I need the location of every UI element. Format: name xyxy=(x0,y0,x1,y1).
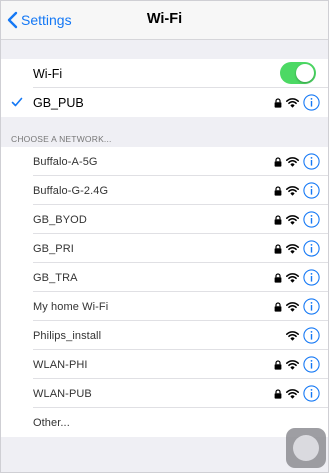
wifi-icon xyxy=(286,273,299,283)
network-row[interactable]: My home Wi-Fi xyxy=(1,292,328,321)
network-name: Buffalo-A-5G xyxy=(33,155,98,168)
connected-network-row[interactable]: GB_PUB xyxy=(1,88,328,117)
wifi-settings-screen: Settings Wi-Fi Wi-Fi GB_PUB CHOOSE A NET… xyxy=(0,0,329,473)
wifi-icon xyxy=(286,360,299,370)
wifi-icon xyxy=(286,331,299,341)
network-icons xyxy=(274,263,320,292)
wifi-icon xyxy=(286,98,299,108)
info-icon[interactable] xyxy=(303,211,320,228)
checkmark-icon xyxy=(11,97,23,107)
network-icons xyxy=(274,350,320,379)
wifi-icon xyxy=(286,244,299,254)
network-name: Philips_install xyxy=(33,329,102,342)
wifi-main-section: Wi-Fi GB_PUB xyxy=(1,59,328,117)
network-row[interactable]: GB_BYOD xyxy=(1,205,328,234)
network-row[interactable]: Philips_install xyxy=(1,321,328,350)
info-icon[interactable] xyxy=(303,298,320,315)
network-row[interactable]: GB_PRI xyxy=(1,234,328,263)
other-network-label: Other... xyxy=(33,416,70,429)
network-name: WLAN-PUB xyxy=(33,387,92,400)
network-row[interactable]: WLAN-PUB xyxy=(1,379,328,408)
network-name: GB_TRA xyxy=(33,271,78,284)
wifi-toggle-switch[interactable] xyxy=(280,62,316,84)
network-name: Buffalo-G-2.4G xyxy=(33,184,109,197)
other-network-row[interactable]: Other... xyxy=(1,408,328,437)
network-name: My home Wi-Fi xyxy=(33,300,109,313)
lock-icon xyxy=(274,243,282,254)
info-icon[interactable] xyxy=(303,94,320,111)
network-name: GB_BYOD xyxy=(33,213,87,226)
network-name: GB_PRI xyxy=(33,242,74,255)
assistive-touch-ring xyxy=(293,435,319,461)
assistive-touch-button[interactable] xyxy=(286,428,326,468)
choose-network-header: CHOOSE A NETWORK... xyxy=(11,134,112,144)
lock-icon xyxy=(274,156,282,167)
lock-icon xyxy=(274,185,282,196)
info-icon[interactable] xyxy=(303,240,320,257)
info-icon[interactable] xyxy=(303,269,320,286)
network-icons xyxy=(274,205,320,234)
connected-network-name: GB_PUB xyxy=(33,95,84,110)
network-icons xyxy=(274,147,320,176)
wifi-icon xyxy=(286,389,299,399)
lock-icon xyxy=(274,388,282,399)
network-icons xyxy=(274,88,320,117)
navigation-bar: Settings Wi-Fi xyxy=(1,1,328,40)
network-icons xyxy=(274,234,320,263)
toggle-knob xyxy=(296,64,314,82)
wifi-toggle-row: Wi-Fi xyxy=(1,59,328,88)
info-icon[interactable] xyxy=(303,385,320,402)
info-icon[interactable] xyxy=(303,356,320,373)
wifi-icon xyxy=(286,157,299,167)
network-icons xyxy=(274,292,320,321)
network-icons xyxy=(286,321,320,350)
wifi-icon xyxy=(286,302,299,312)
network-row[interactable]: Buffalo-G-2.4G xyxy=(1,176,328,205)
network-name: WLAN-PHI xyxy=(33,358,88,371)
wifi-icon xyxy=(286,186,299,196)
lock-icon xyxy=(274,301,282,312)
page-title: Wi-Fi xyxy=(146,11,183,27)
lock-icon xyxy=(274,359,282,370)
network-row[interactable]: WLAN-PHI xyxy=(1,350,328,379)
network-icons xyxy=(274,379,320,408)
network-row[interactable]: Buffalo-A-5G xyxy=(1,147,328,176)
info-icon[interactable] xyxy=(303,182,320,199)
info-icon[interactable] xyxy=(303,153,320,170)
lock-icon xyxy=(274,97,282,108)
wifi-icon xyxy=(286,215,299,225)
lock-icon xyxy=(274,272,282,283)
network-list: Buffalo-A-5G Buffalo-G-2.4G GB_BYOD GB_PRI G… xyxy=(1,147,328,437)
wifi-toggle-label: Wi-Fi xyxy=(33,66,63,81)
info-icon[interactable] xyxy=(303,327,320,344)
network-icons xyxy=(274,176,320,205)
network-row[interactable]: GB_TRA xyxy=(1,263,328,292)
lock-icon xyxy=(274,214,282,225)
